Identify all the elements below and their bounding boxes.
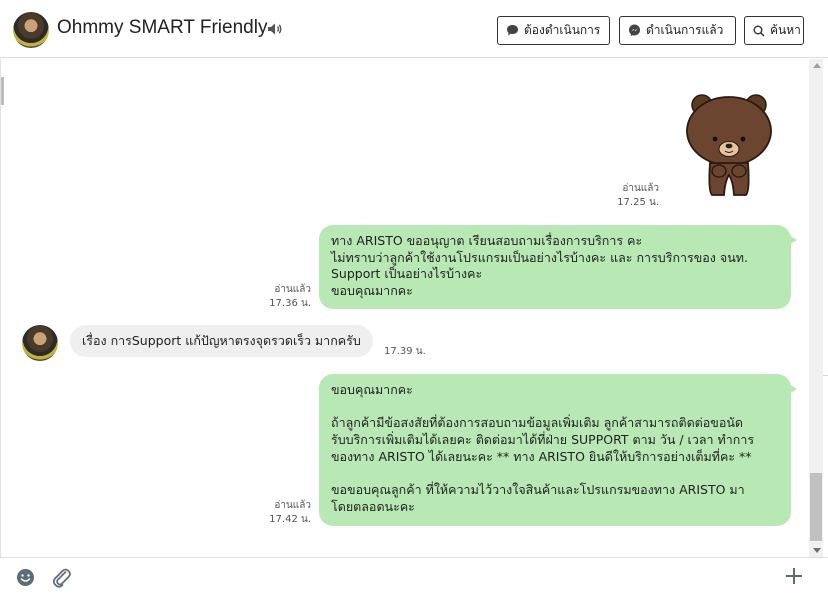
read-status: อ่านแล้ว — [274, 284, 311, 295]
search-label: ค้นหา — [770, 23, 801, 37]
done-label: ดำเนินการแล้ว — [646, 23, 724, 37]
message-line-blank — [331, 399, 779, 416]
scroll-up-arrow-icon[interactable] — [813, 63, 821, 68]
paperclip-icon[interactable] — [52, 566, 72, 588]
search-button[interactable]: ค้นหา — [744, 16, 804, 45]
message-time: 17.36 น. — [269, 298, 311, 309]
contact-avatar[interactable] — [13, 12, 49, 48]
message-time: 17.25 น. — [617, 197, 659, 208]
message-scrollbar[interactable] — [809, 59, 823, 557]
out2-meta: อ่านแล้ว 17.42 น. — [251, 499, 311, 527]
chat-bubble-icon — [507, 25, 518, 36]
done-button[interactable]: ดำเนินการแล้ว — [619, 16, 736, 45]
message-line: Support เป็นอย่างไรบ้างคะ — [331, 266, 483, 282]
read-status: อ่านแล้ว — [622, 183, 659, 194]
scroll-down-arrow-icon[interactable] — [813, 548, 821, 553]
left-edge-marker — [1, 77, 4, 105]
in1-meta: 17.39 น. — [384, 345, 426, 359]
emoji-icon[interactable] — [16, 568, 35, 587]
message-time: 17.42 น. — [269, 514, 311, 525]
message-line: ไม่ทราบว่าลูกค้าใช้งานโปรแกรมเป็นอย่างไร… — [331, 249, 748, 265]
messenger-icon — [629, 24, 640, 37]
search-icon — [753, 25, 765, 37]
out1-meta: อ่านแล้ว 17.36 น. — [251, 283, 311, 311]
chat-header: Ohmmy SMART Friendly ต้องดำเนินการ ดำเนิ… — [0, 0, 828, 58]
message-time: 17.39 น. — [384, 346, 426, 357]
message-text: เรื่อง การSupport แก้ปัญหาตรงจุดรวดเร็ว … — [82, 333, 361, 348]
message-line: ถ้าลูกค้ามีข้อสงสัยที่ต้องการสอบถามข้อมู… — [331, 415, 744, 431]
read-status: อ่านแล้ว — [274, 500, 311, 511]
message-line-blank — [331, 466, 779, 483]
incoming-message[interactable]: เรื่อง การSupport แก้ปัญหาตรงจุดรวดเร็ว … — [70, 325, 373, 357]
sender-avatar[interactable] — [22, 325, 58, 361]
message-list[interactable]: อ่านแล้ว 17.25 น. อ่านแล้ว 17.36 น. ทาง … — [0, 59, 828, 557]
message-line: ขอบคุณมากคะ — [331, 283, 413, 299]
message-line: ขอบคุณมากคะ — [331, 382, 413, 397]
brown-bear-sticker[interactable] — [684, 91, 774, 201]
edge-divider — [823, 375, 828, 376]
message-line: ขอขอบคุณลูกค้า ที่ให้ความไว้วางใจสินค้าแ… — [331, 482, 745, 498]
composer-toolbar — [0, 557, 828, 595]
needs-action-button[interactable]: ต้องดำเนินการ — [497, 16, 610, 45]
speaker-icon[interactable] — [267, 22, 283, 36]
message-line: รับบริการเพิ่มเติมได้เลยคะ ติดต่อมาได้ที… — [331, 432, 755, 448]
scrollbar-thumb[interactable] — [810, 473, 822, 541]
message-line: ทาง ARISTO ขออนุญาต เรียนสอบถามเรื่องการ… — [331, 233, 643, 248]
outgoing-message[interactable]: ขอบคุณมากคะ ถ้าลูกค้ามีข้อสงสัยที่ต้องกา… — [319, 374, 797, 526]
needs-action-label: ต้องดำเนินการ — [524, 23, 601, 37]
message-line: โดยตลอดนะคะ — [331, 498, 415, 514]
plus-icon[interactable] — [785, 567, 803, 585]
chat-window: Ohmmy SMART Friendly ต้องดำเนินการ ดำเนิ… — [0, 0, 828, 595]
outgoing-message[interactable]: ทาง ARISTO ขออนุญาต เรียนสอบถามเรื่องการ… — [319, 225, 797, 309]
message-line: ของทาง ARISTO ได้เลยนะคะ ** ทาง ARISTO ย… — [331, 448, 752, 464]
sticker-meta: อ่านแล้ว 17.25 น. — [601, 182, 659, 210]
contact-name: Ohmmy SMART Friendly — [57, 17, 268, 38]
